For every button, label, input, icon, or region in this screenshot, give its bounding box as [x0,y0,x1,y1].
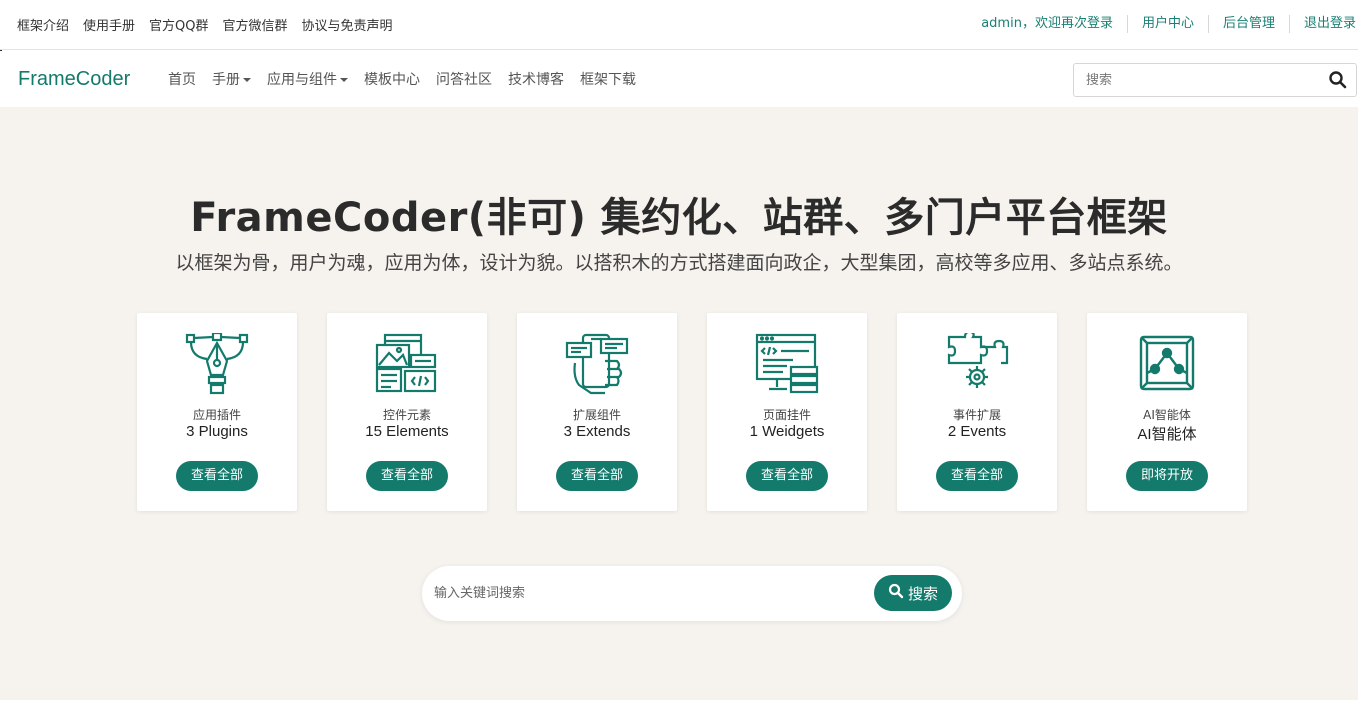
pen-tool-icon [185,331,249,395]
card-widgets: 页面挂件 1 Weidgets 查看全部 [707,313,867,511]
card-count: AI智能体 [1137,426,1197,443]
card-name: 控件元素 [382,408,431,422]
card-count: 2 Events [947,423,1007,440]
card-name: 页面挂件 [762,408,811,422]
nav-item-templates[interactable]: 模板中心 [364,69,420,89]
nav-item-label: 问答社区 [436,72,492,88]
hero-search-input[interactable] [434,576,864,610]
view-all-widgets-button[interactable]: 查看全部 [746,461,828,491]
nav-search-box [1073,63,1357,97]
top-left-links: 框架介绍 使用手册 官方QQ群 官方微信群 协议与免责声明 [17,0,393,48]
nav-item-label: 手册 [212,72,240,88]
nav-item-label: 技术博客 [508,72,564,88]
top-link-qq-group[interactable]: 官方QQ群 [149,15,208,34]
caret-down-icon [340,78,348,82]
code-window-icon [755,333,819,395]
welcome-user-link[interactable]: admin，欢迎再次登录 [967,15,1127,33]
hero-search-button[interactable]: 搜索 [874,575,952,611]
hero-subtitle: 以框架为骨，用户为魂，应用为体，设计为貌。以搭积木的方式搭建面向政企，大型集团，… [175,252,1183,274]
nav-item-label: 模板中心 [364,72,420,88]
coming-soon-button[interactable]: 即将开放 [1126,461,1208,491]
card-count: 1 Weidgets [749,423,825,440]
top-link-manual[interactable]: 使用手册 [83,15,135,34]
top-link-agreement[interactable]: 协议与免责声明 [302,15,393,34]
nav-item-tech-blog[interactable]: 技术博客 [508,69,564,89]
category-cards: 应用插件 3 Plugins 查看全部 控件元素 15 Elements 查看全… [137,313,1247,511]
card-plugins: 应用插件 3 Plugins 查看全部 [137,313,297,511]
ui-elements-icon [375,333,439,395]
ai-box-icon [1135,333,1199,395]
nav-item-home[interactable]: 首页 [168,69,196,89]
search-icon[interactable] [1328,70,1348,90]
nav-item-label: 框架下载 [580,72,636,88]
hero-title: FrameCoder(非可) 集约化、站群、多门户平台框架 [190,195,1168,241]
nav-item-label: 首页 [168,72,196,88]
user-center-link[interactable]: 用户中心 [1126,15,1208,33]
view-all-elements-button[interactable]: 查看全部 [366,461,448,491]
top-link-intro[interactable]: 框架介绍 [17,15,69,34]
view-all-plugins-button[interactable]: 查看全部 [176,461,258,491]
card-elements: 控件元素 15 Elements 查看全部 [327,313,487,511]
nav-item-qa-community[interactable]: 问答社区 [436,69,492,89]
hero-section: FrameCoder(非可) 集约化、站群、多门户平台框架 以框架为骨，用户为魂… [0,107,1358,700]
hero-search-box: 搜索 [422,566,962,621]
nav-item-label: 应用与组件 [267,72,337,88]
nav-search-input[interactable] [1074,64,1314,96]
phone-extend-icon [565,333,629,395]
top-bar: 框架介绍 使用手册 官方QQ群 官方微信群 协议与免责声明 admin，欢迎再次… [0,0,1358,50]
card-events: 事件扩展 2 Events 查看全部 [897,313,1057,511]
card-name: 扩展组件 [572,408,621,422]
card-name: 应用插件 [192,408,241,422]
card-count: 3 Plugins [186,423,248,440]
card-name: 事件扩展 [952,408,1001,422]
admin-panel-link[interactable]: 后台管理 [1207,15,1289,33]
hero-search-button-label: 搜索 [907,584,938,603]
search-icon [888,583,904,603]
puzzle-gear-icon [945,330,1009,395]
main-navbar: FrameCoder 首页 手册 应用与组件 模板中心 问答社区 技术博客 框架… [0,51,1358,107]
nav-menu: 首页 手册 应用与组件 模板中心 问答社区 技术博客 框架下载 [168,51,636,107]
nav-item-download[interactable]: 框架下载 [580,69,636,89]
card-count: 15 Elements [365,423,449,440]
card-ai-agent: AI智能体 AI智能体 即将开放 [1087,313,1247,511]
top-right-links: admin，欢迎再次登录 用户中心 后台管理 退出登录 [967,0,1358,48]
view-all-events-button[interactable]: 查看全部 [936,461,1018,491]
nav-item-apps-components[interactable]: 应用与组件 [267,69,348,89]
nav-item-manual[interactable]: 手册 [212,69,251,89]
top-link-wechat-group[interactable]: 官方微信群 [223,15,288,34]
caret-down-icon [243,78,251,82]
card-name: AI智能体 [1143,408,1191,422]
site-logo[interactable]: FrameCoder [18,51,130,107]
logout-link[interactable]: 退出登录 [1288,15,1358,33]
card-extends: 扩展组件 3 Extends 查看全部 [517,313,677,511]
view-all-extends-button[interactable]: 查看全部 [556,461,638,491]
card-count: 3 Extends [563,423,631,440]
